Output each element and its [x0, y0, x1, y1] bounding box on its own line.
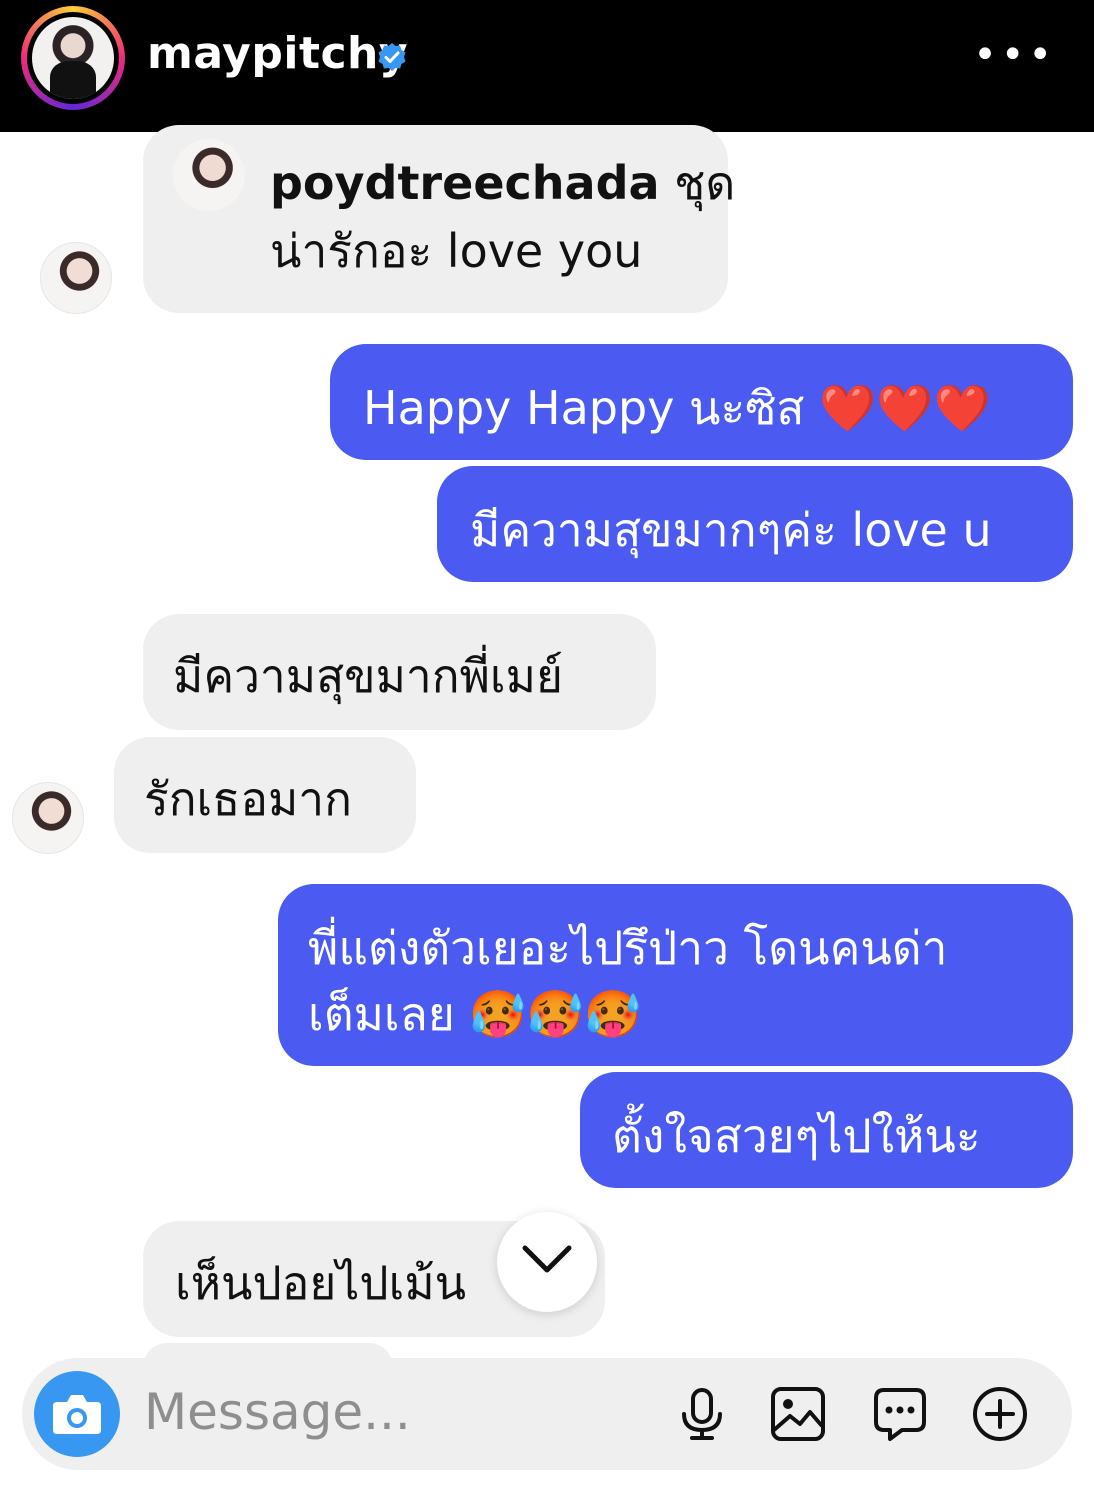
sender-avatar[interactable]: [12, 782, 84, 854]
reply-text-part2: น่ารักอะ love you: [270, 224, 643, 278]
sticker-icon[interactable]: [872, 1386, 928, 1442]
scroll-down-button[interactable]: [497, 1212, 597, 1312]
plus-icon[interactable]: [972, 1386, 1028, 1442]
incoming-message[interactable]: มีความสุขมากพี่เมย์: [143, 614, 656, 730]
message-input[interactable]: Message...: [144, 1380, 411, 1444]
profile-avatar[interactable]: [21, 6, 125, 110]
reply-line-1: poydtreechada ชุด: [270, 151, 735, 215]
chat-header: maypitchy •••: [0, 0, 1094, 132]
avatar-inner-ring: [27, 12, 119, 104]
chevron-down-icon: [522, 1245, 572, 1273]
outgoing-message[interactable]: Happy Happy นะซิส ❤️❤️❤️: [330, 344, 1073, 460]
incoming-message[interactable]: รักเธอมาก: [114, 737, 416, 853]
verified-badge-icon: [378, 43, 406, 71]
outgoing-message[interactable]: พี่แต่งตัวเยอะไปรึป่าว โดนคนด่า เต็มเลย …: [278, 884, 1073, 1066]
camera-icon: [53, 1395, 101, 1434]
sender-avatar[interactable]: [40, 242, 112, 314]
message-line-1: พี่แต่งตัวเยอะไปรึป่าว โดนคนด่า: [308, 921, 948, 975]
message-line-2: เต็มเลย 🥵🥵🥵: [308, 987, 642, 1041]
gallery-icon[interactable]: [770, 1386, 826, 1442]
outgoing-message[interactable]: มีความสุขมากๆค่ะ love u: [437, 466, 1073, 582]
reply-user-avatar: [173, 139, 245, 211]
camera-button[interactable]: [34, 1371, 120, 1457]
avatar-photo: [32, 17, 114, 99]
more-icon[interactable]: •••: [973, 35, 1056, 75]
incoming-reply-message[interactable]: poydtreechada ชุด น่ารักอะ love you: [143, 125, 735, 313]
message-composer: Message...: [22, 1358, 1072, 1470]
reply-text-part1: ชุด: [674, 156, 736, 210]
chat-username[interactable]: maypitchy: [147, 28, 408, 79]
outgoing-message[interactable]: ตั้งใจสวยๆไปให้นะ: [580, 1072, 1073, 1188]
reply-username: poydtreechada: [270, 156, 660, 210]
microphone-icon[interactable]: [674, 1386, 730, 1442]
